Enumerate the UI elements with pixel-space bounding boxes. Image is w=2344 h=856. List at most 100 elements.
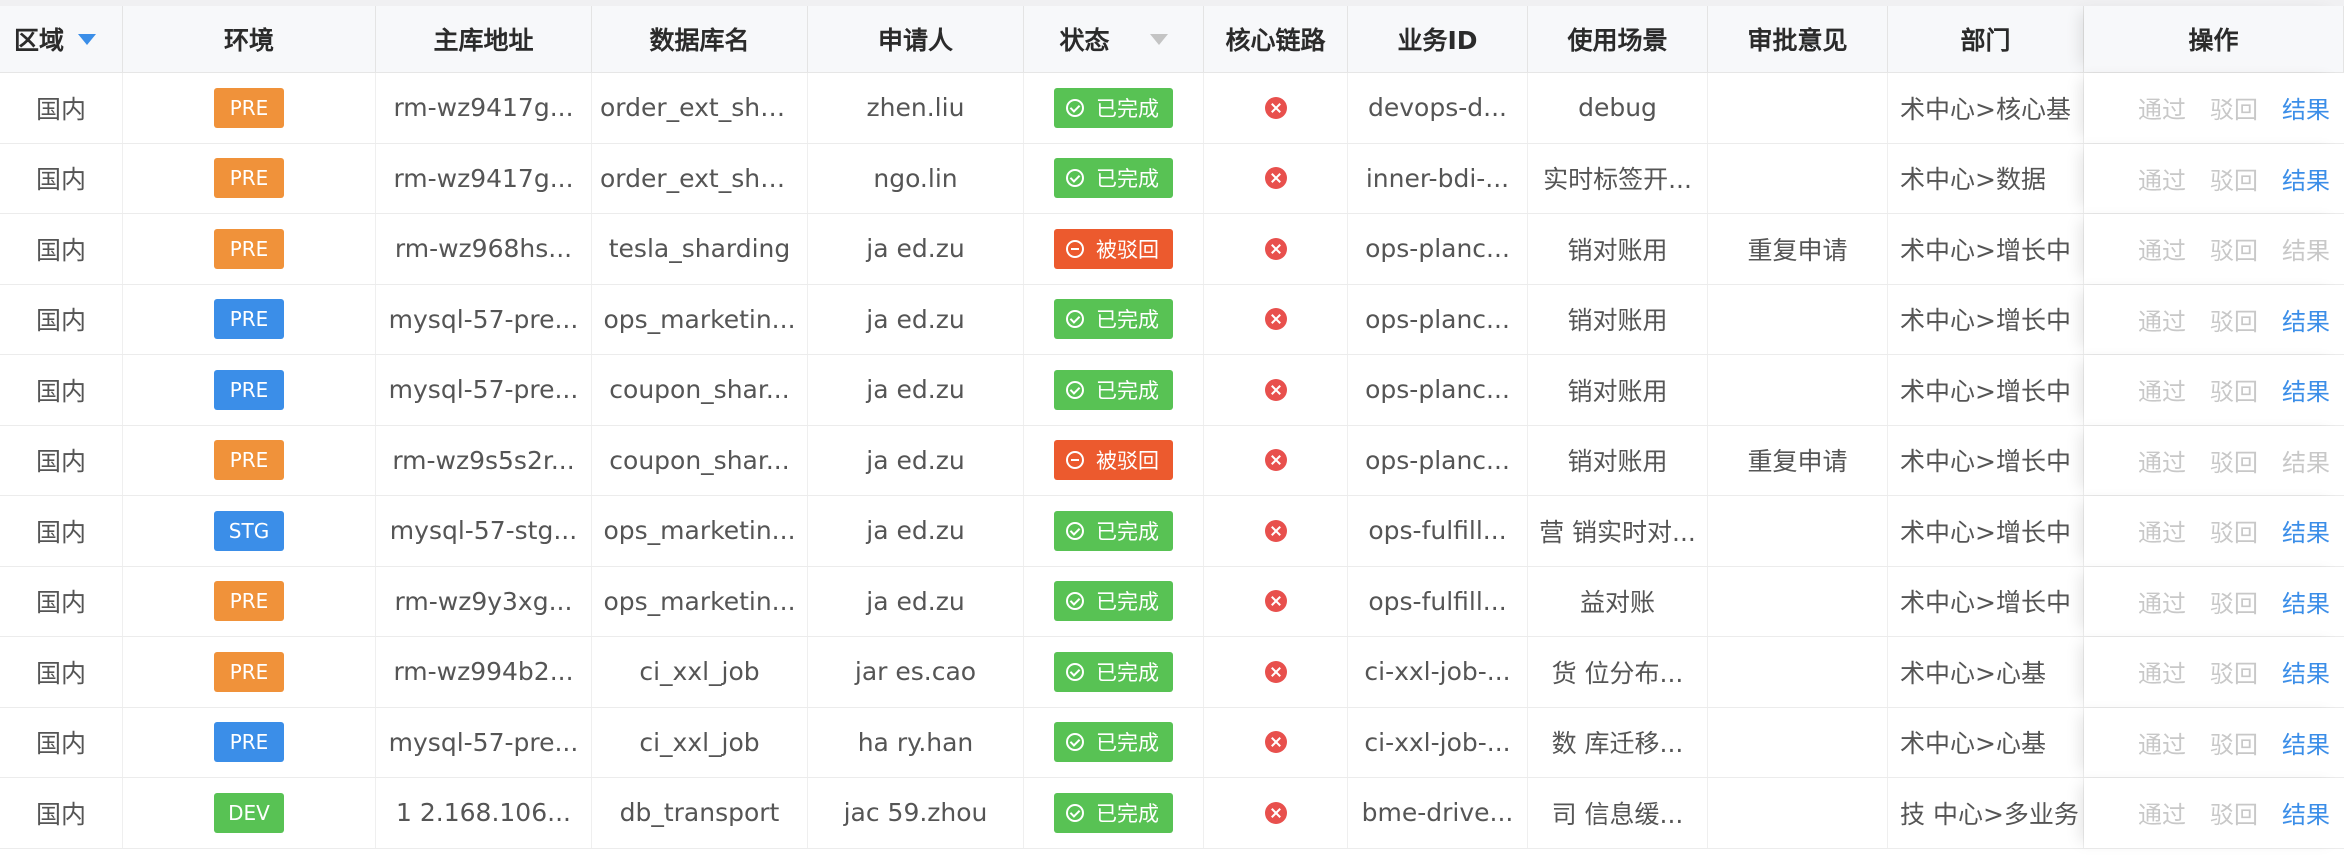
check-circle-icon xyxy=(1066,98,1084,117)
table-row: 国内 PRE mysql-57-pre... ops_marketin... ja ed… xyxy=(0,284,2344,355)
approve-button[interactable]: 通过 xyxy=(2138,231,2186,266)
column-header-status[interactable]: 状态 xyxy=(1024,6,1204,72)
approve-button[interactable]: 通过 xyxy=(2138,584,2186,619)
approve-button[interactable]: 通过 xyxy=(2138,654,2186,689)
check-circle-icon xyxy=(1066,803,1084,822)
result-link[interactable]: 结果 xyxy=(2282,584,2330,619)
db-name-cell: order_ext_sha... xyxy=(592,73,808,143)
result-link[interactable]: 结果 xyxy=(2282,654,2330,689)
filter-icon[interactable] xyxy=(78,33,97,45)
biz-id-cell: devops-d... xyxy=(1348,73,1528,143)
host-cell: rm-wz9y3xg... xyxy=(376,566,592,636)
status-cell: 已完成 xyxy=(1024,778,1204,848)
dept-cell: 术中心>增长中 xyxy=(1888,566,2084,636)
db-name-cell: order_ext_sha... xyxy=(592,143,808,213)
reject-button[interactable]: 驳回 xyxy=(2210,584,2258,619)
env-cell: DEV xyxy=(123,778,376,848)
close-circle-icon xyxy=(1264,801,1287,824)
check-circle-icon xyxy=(1066,592,1084,611)
region-cell: 国内 xyxy=(0,214,123,284)
reject-button[interactable]: 驳回 xyxy=(2210,161,2258,196)
reject-button[interactable]: 驳回 xyxy=(2210,372,2258,407)
region-cell: 国内 xyxy=(0,496,123,566)
result-link[interactable]: 结果 xyxy=(2282,795,2330,830)
approve-button[interactable]: 通过 xyxy=(2138,725,2186,760)
reject-button[interactable]: 驳回 xyxy=(2210,725,2258,760)
table-row: 国内 PRE rm-wz9s5s2r... coupon_shar... ja ed.z… xyxy=(0,425,2344,496)
check-circle-icon xyxy=(1066,169,1084,188)
approve-button[interactable]: 通过 xyxy=(2138,161,2186,196)
table-body: 国内 PRE rm-wz9417g... order_ext_sha... zhen.l… xyxy=(0,73,2344,849)
approve-button[interactable]: 通过 xyxy=(2138,90,2186,125)
biz-id-cell: ops-fulfill... xyxy=(1348,496,1528,566)
env-cell: PRE xyxy=(123,425,376,495)
reject-button[interactable]: 驳回 xyxy=(2210,513,2258,548)
host-cell: rm-wz968hs... xyxy=(376,214,592,284)
db-name-cell: ops_marketin... xyxy=(592,496,808,566)
comment-cell xyxy=(1708,707,1888,777)
status-badge: 已完成 xyxy=(1054,581,1173,622)
biz-id-cell: ops-planc... xyxy=(1348,425,1528,495)
table-row: 国内 PRE rm-wz968hs... tesla_sharding ja ed.zu… xyxy=(0,214,2344,285)
result-link[interactable]: 结果 xyxy=(2282,725,2330,760)
applicant-cell: ja ed.zu xyxy=(808,425,1024,495)
approve-button[interactable]: 通过 xyxy=(2138,443,2186,478)
filter-icon[interactable] xyxy=(1149,33,1168,45)
applicant-cell: ja ed.zu xyxy=(808,355,1024,425)
env-badge: DEV xyxy=(214,792,284,833)
close-circle-icon xyxy=(1264,308,1287,331)
actions-cell: 通过 驳回 结果 xyxy=(2084,566,2344,636)
close-circle-icon xyxy=(1264,519,1287,542)
result-link[interactable]: 结果 xyxy=(2282,372,2330,407)
region-cell: 国内 xyxy=(0,284,123,354)
result-link[interactable]: 结果 xyxy=(2282,90,2330,125)
result-link[interactable]: 结果 xyxy=(2282,302,2330,337)
reject-button[interactable]: 驳回 xyxy=(2210,231,2258,266)
table-row: 国内 PRE rm-wz9y3xg... ops_marketin... ja ed.z… xyxy=(0,566,2344,637)
minus-circle-icon xyxy=(1066,239,1084,258)
approve-button[interactable]: 通过 xyxy=(2138,302,2186,337)
applicant-cell: ja ed.zu xyxy=(808,496,1024,566)
comment-cell xyxy=(1708,284,1888,354)
env-cell: PRE xyxy=(123,284,376,354)
biz-id-cell: ops-fulfill... xyxy=(1348,566,1528,636)
applicant-cell: ngo.lin xyxy=(808,143,1024,213)
reject-button[interactable]: 驳回 xyxy=(2210,654,2258,689)
comment-cell xyxy=(1708,143,1888,213)
column-header-core: 核心链路 xyxy=(1204,6,1348,72)
region-cell: 国内 xyxy=(0,355,123,425)
close-circle-icon xyxy=(1264,237,1287,260)
reject-button[interactable]: 驳回 xyxy=(2210,795,2258,830)
close-circle-icon xyxy=(1264,167,1287,190)
status-cell: 已完成 xyxy=(1024,284,1204,354)
reject-button[interactable]: 驳回 xyxy=(2210,443,2258,478)
status-badge: 已完成 xyxy=(1054,510,1173,551)
comment-cell xyxy=(1708,73,1888,143)
env-badge: PRE xyxy=(214,299,284,340)
column-header-region[interactable]: 区域 xyxy=(0,6,123,72)
status-cell: 已完成 xyxy=(1024,355,1204,425)
result-link[interactable]: 结果 xyxy=(2282,231,2330,266)
approve-button[interactable]: 通过 xyxy=(2138,513,2186,548)
check-circle-icon xyxy=(1066,380,1084,399)
approve-button[interactable]: 通过 xyxy=(2138,795,2186,830)
status-cell: 已完成 xyxy=(1024,566,1204,636)
approve-button[interactable]: 通过 xyxy=(2138,372,2186,407)
applicant-cell: ja ed.zu xyxy=(808,566,1024,636)
reject-button[interactable]: 驳回 xyxy=(2210,302,2258,337)
actions-cell: 通过 驳回 结果 xyxy=(2084,73,2344,143)
table-header: 区域 环境 主库地址 数据库名 申请人 状态 核心链路 业务ID 使用场景 审批… xyxy=(0,0,2344,73)
result-link[interactable]: 结果 xyxy=(2282,443,2330,478)
table-row: 国内 PRE mysql-57-pre... coupon_shar... ja ed.… xyxy=(0,355,2344,426)
region-cell: 国内 xyxy=(0,73,123,143)
core-cell xyxy=(1204,284,1348,354)
result-link[interactable]: 结果 xyxy=(2282,161,2330,196)
table-row: 国内 PRE rm-wz994b2... ci_xxl_job jar es.cao 已完… xyxy=(0,637,2344,708)
result-link[interactable]: 结果 xyxy=(2282,513,2330,548)
core-cell xyxy=(1204,143,1348,213)
close-circle-icon xyxy=(1264,449,1287,472)
reject-button[interactable]: 驳回 xyxy=(2210,90,2258,125)
env-badge: STG xyxy=(214,510,284,551)
comment-cell xyxy=(1708,566,1888,636)
env-badge: PRE xyxy=(214,722,284,763)
